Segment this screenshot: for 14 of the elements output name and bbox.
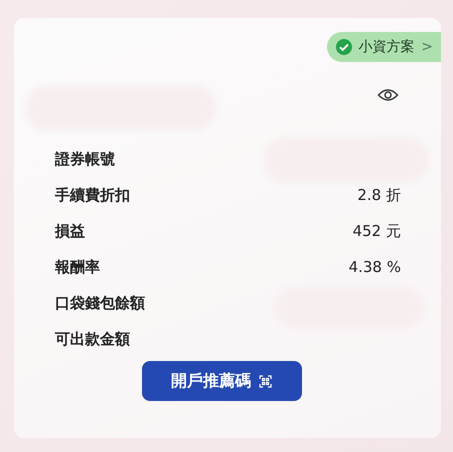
scan-icon — [259, 374, 272, 388]
field-label: 可出款金額 — [55, 330, 130, 348]
field-label: 損益 — [55, 222, 85, 240]
chevron-icon: > — [421, 39, 433, 55]
field-label: 證券帳號 — [55, 150, 115, 168]
eye-icon[interactable] — [377, 87, 399, 103]
field-label: 口袋錢包餘額 — [55, 294, 145, 312]
field-label: 手續費折扣 — [55, 186, 130, 204]
field-value: 2.8 折 — [357, 186, 401, 204]
referral-code-button[interactable]: 開戶推薦碼 — [142, 361, 302, 401]
field-value: 452 元 — [352, 222, 401, 240]
field-value: 4.38 % — [348, 258, 401, 276]
field-label: 報酬率 — [55, 258, 100, 276]
plan-badge[interactable]: 小資方案 > — [327, 32, 441, 62]
